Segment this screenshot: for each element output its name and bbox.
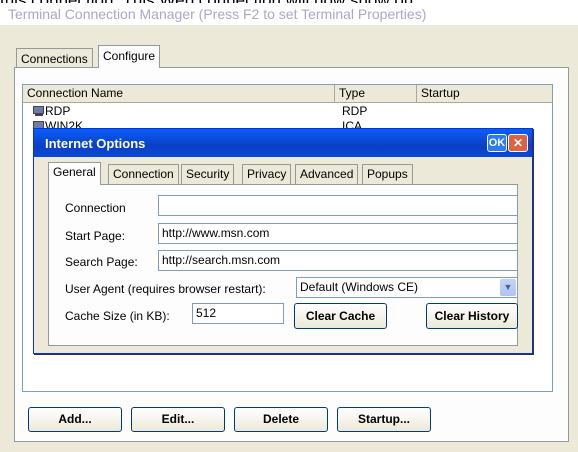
search-page-label: Search Page: — [65, 255, 138, 269]
cache-size-label: Cache Size (in KB): — [65, 309, 170, 323]
tab-security[interactable]: Security — [181, 164, 235, 184]
tab-privacy[interactable]: Privacy — [242, 164, 292, 184]
connection-field[interactable] — [158, 195, 518, 216]
tab-advanced[interactable]: Advanced — [295, 164, 359, 184]
user-agent-label: User Agent (requires browser restart): — [65, 282, 266, 296]
general-panel: Connection Start Page: http://www.msn.co… — [48, 184, 518, 346]
cache-size-field[interactable]: 512 — [192, 303, 284, 324]
dialog-tabs: General Connection Security Privacy Adva… — [48, 162, 518, 185]
computer-icon — [33, 106, 44, 116]
search-page-field[interactable]: http://search.msn.com — [158, 250, 518, 271]
window-title: Terminal Connection Manager (Press F2 to… — [0, 3, 578, 25]
tab-connections[interactable]: Connections — [16, 48, 93, 68]
tab-popups[interactable]: Popups — [362, 164, 413, 184]
column-header-type[interactable]: Type — [335, 85, 417, 102]
connection-type: RDP — [342, 104, 368, 118]
list-header: Connection Name Type Startup — [23, 85, 552, 103]
user-agent-select[interactable]: Default (Windows CE) ▼ — [296, 277, 518, 298]
tab-general[interactable]: General — [48, 162, 101, 185]
list-item[interactable]: RDP RDP — [23, 104, 552, 119]
close-icon[interactable]: ✕ — [508, 134, 528, 152]
ok-button[interactable]: OK — [487, 134, 507, 152]
delete-button[interactable]: Delete — [234, 407, 328, 432]
dialog-title: Internet Options — [45, 136, 146, 151]
startup-button[interactable]: Startup... — [337, 407, 431, 432]
connection-name: RDP — [45, 104, 71, 118]
edit-button[interactable]: Edit... — [131, 407, 225, 432]
user-agent-value: Default (Windows CE) — [300, 280, 419, 294]
column-header-startup[interactable]: Startup — [417, 85, 552, 102]
connection-label: Connection — [65, 201, 126, 215]
tab-connection[interactable]: Connection — [108, 164, 179, 184]
column-header-name[interactable]: Connection Name — [23, 85, 335, 102]
start-page-label: Start Page: — [65, 229, 126, 243]
clear-history-button[interactable]: Clear History — [426, 303, 518, 329]
internet-options-dialog: Internet Options OK ✕ General Connection… — [33, 128, 533, 354]
tab-configure[interactable]: Configure — [98, 45, 161, 68]
chevron-down-icon[interactable]: ▼ — [500, 279, 516, 296]
add-button[interactable]: Add... — [28, 407, 122, 432]
start-page-field[interactable]: http://www.msn.com — [158, 223, 518, 244]
clear-cache-button[interactable]: Clear Cache — [294, 303, 387, 329]
dialog-titlebar: Internet Options OK ✕ — [34, 129, 532, 157]
